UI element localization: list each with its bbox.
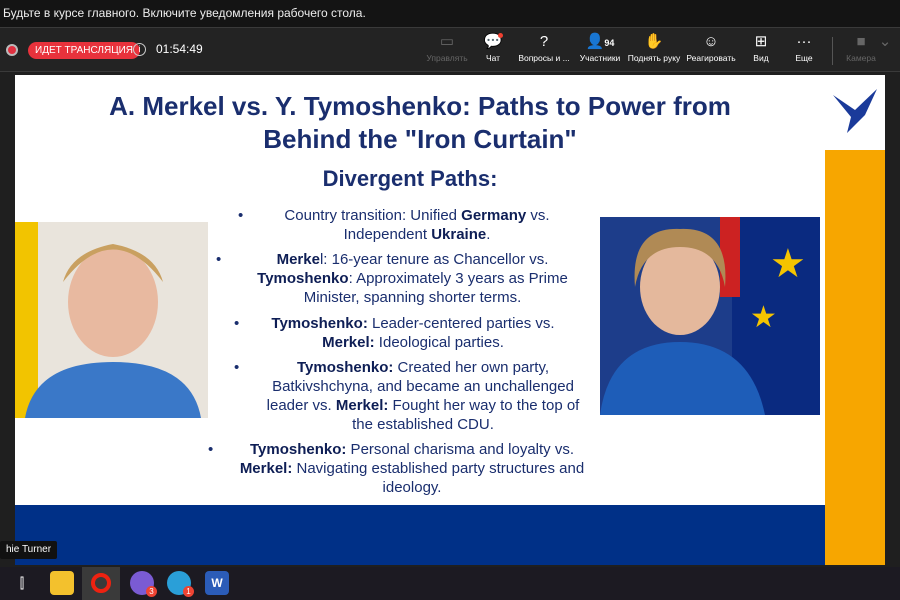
info-icon[interactable]: i [133, 43, 146, 56]
bullet: Tymoshenko: Personal charisma and loyalt… [208, 440, 592, 497]
tool-label: Поднять руку [627, 53, 681, 63]
qa-button[interactable]: ? Вопросы и ... [514, 31, 574, 63]
tool-label: Еще [795, 53, 813, 63]
tool-label: Вид [753, 53, 769, 63]
tool-label: Управлять [426, 53, 468, 63]
live-badge: ИДЕТ ТРАНСЛЯЦИЯ [28, 42, 140, 59]
unread-dot [498, 33, 503, 38]
slide-logo-area [825, 75, 885, 150]
raise-hand-icon: ✋ [644, 33, 664, 50]
task-view-icon[interactable]: ⫿ [10, 571, 34, 595]
svg-text:★: ★ [770, 242, 806, 286]
desktop-notification-banner[interactable]: Будьте в курсе главного. Включите уведом… [0, 0, 900, 27]
chevron-down-icon: ⌄ [878, 33, 892, 50]
slide-subtitle: Divergent Paths: [322, 166, 498, 191]
bird-logo-icon [833, 89, 877, 133]
word-icon[interactable]: W [205, 571, 229, 595]
tool-label: Чат [485, 53, 501, 63]
qa-icon: ? [539, 33, 549, 50]
bullet: Country transition: Unified Germany vs. … [238, 206, 572, 244]
tymoshenko-photo [15, 222, 208, 418]
raise-hand-button[interactable]: ✋ Поднять руку [624, 31, 684, 63]
tool-label: Участники [579, 53, 621, 63]
viber-icon[interactable]: 3 [130, 571, 157, 597]
participants-icon: 👤94 [585, 33, 615, 50]
tool-label: Вопросы и ... [518, 53, 570, 63]
slide-title: A. Merkel vs. Y. Tymoshenko: Paths to Po… [109, 91, 731, 154]
windows-taskbar: ⫿ 3 1 W [0, 567, 900, 600]
bullet: Tymoshenko: Leader-centered parties vs. … [234, 314, 568, 352]
file-explorer-icon[interactable] [50, 571, 74, 595]
opera-taskbar-button[interactable] [82, 567, 120, 600]
participant-count: 94 [604, 38, 615, 48]
participants-button[interactable]: 👤94 Участники [570, 31, 630, 63]
more-button[interactable]: ··· Еще [774, 31, 834, 63]
notification-badge: 1 [183, 586, 194, 597]
telegram-icon[interactable]: 1 [167, 571, 194, 597]
tool-label: Реагировать [686, 53, 736, 63]
slide-orange-bar [825, 150, 885, 565]
opera-icon [91, 573, 111, 593]
recording-icon [6, 44, 18, 56]
notification-badge: 3 [146, 586, 157, 597]
more-icon: ··· [796, 33, 812, 50]
slide-footer-band [15, 505, 825, 565]
camera-options-button[interactable]: ⌄ [870, 31, 900, 53]
tool-label: Камера [846, 53, 876, 63]
meeting-timer: 01:54:49 [156, 42, 203, 56]
svg-text:★: ★ [750, 301, 777, 334]
merkel-photo: ★ ★ [600, 217, 820, 415]
bullet: Tymoshenko: Created her own party, Batki… [234, 358, 588, 434]
speaker-name-label: hie Turner [0, 541, 58, 559]
bullet: Merkel: 16-year tenure as Chancellor vs.… [216, 250, 585, 307]
meeting-toolbar: ИДЕТ ТРАНСЛЯЦИЯ i 01:54:49 ▭ Управлять 💬 Ч… [0, 27, 900, 72]
